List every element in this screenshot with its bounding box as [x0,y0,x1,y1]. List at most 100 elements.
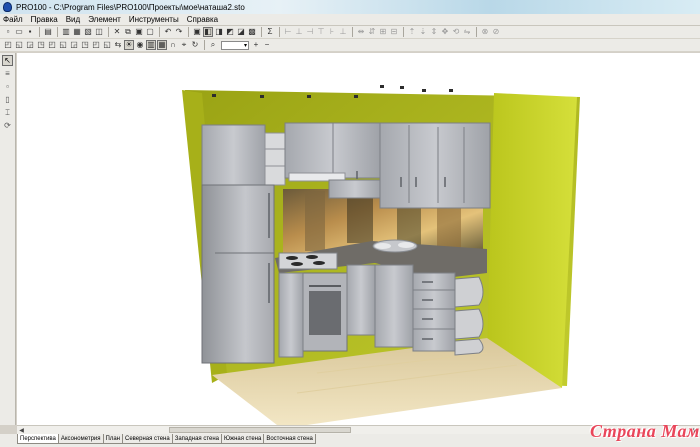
cube-front-icon[interactable]: ◱ [14,40,24,50]
move-down-icon[interactable]: ⇣ [418,27,428,37]
new-file-icon[interactable]: ▫ [3,27,13,37]
camera-icon[interactable]: ◉ [135,40,145,50]
dimension-tool-icon[interactable]: ⌶ [2,107,13,118]
upper-cabinet-left [201,124,266,186]
sum-icon[interactable]: Σ [265,27,275,37]
cube-top-icon[interactable]: ◳ [36,40,46,50]
scroll-thumb[interactable] [169,427,351,433]
delete-icon[interactable]: ▢ [145,27,155,37]
materials-icon[interactable]: ◫ [94,27,104,37]
zoom-select[interactable]: ▾ [221,40,249,50]
group-icon[interactable]: ⊞ [378,27,388,37]
cube-back-icon[interactable]: ◰ [91,40,101,50]
print-icon[interactable]: ▥ [61,27,71,37]
magnet-icon[interactable]: ∩ [168,40,178,50]
paste-icon[interactable]: ▣ [134,27,144,37]
tab-north-wall[interactable]: Северная стена [122,434,173,444]
tab-perspective[interactable]: Перспектива [17,434,59,444]
open-file-icon[interactable]: ▭ [14,27,24,37]
scroll-left-icon[interactable]: ◀ [17,426,26,434]
align-center-h-icon[interactable]: ⊥ [294,27,304,37]
cube-side-icon[interactable]: ◲ [25,40,35,50]
distribute-h-icon[interactable]: ⇹ [356,27,366,37]
lock-icon[interactable]: ⊗ [480,27,490,37]
toolbar-separator [403,27,404,37]
redo-icon[interactable]: ↷ [174,27,184,37]
tab-south-wall[interactable]: Южная стена [221,434,265,444]
align-left-icon[interactable]: ⊢ [283,27,293,37]
render-icon[interactable]: ◨ [214,27,224,37]
tab-axonometry[interactable]: Аксонометрия [57,434,104,444]
stove-top [278,252,338,270]
align-top-icon[interactable]: ⊤ [316,27,326,37]
cabinet-tool-icon[interactable]: ▯ [2,94,13,105]
move-up-icon[interactable]: ⇡ [407,27,417,37]
menu-file[interactable]: Файл [3,15,23,24]
refresh-icon[interactable]: ↻ [190,40,200,50]
cube-bottom-icon[interactable]: ◱ [102,40,112,50]
drawer-unit [412,272,456,352]
tab-west-wall[interactable]: Западная стена [171,434,222,444]
split-view-icon[interactable]: ▥ [146,40,156,50]
cube-right-icon[interactable]: ◳ [80,40,90,50]
properties-icon[interactable]: ▧ [83,27,93,37]
menu-help[interactable]: Справка [187,15,218,24]
menu-tools[interactable]: Инструменты [129,15,179,24]
title-bar: PRO100 - C:\Program Files\PRO100\Проекты… [0,0,700,14]
light-icon[interactable]: ☀ [124,40,134,50]
rotate-tool-icon[interactable]: ⟳ [2,120,13,131]
wall-tool-icon[interactable]: ≡ [2,68,13,79]
app-icon [3,2,12,12]
toolbar-separator [261,27,262,37]
shading-icon[interactable]: ◩ [225,27,235,37]
standard-toolbar: ▫ ▭ ▪ ▤ ▥ ▦ ▧ ◫ ✕ ⧉ ▣ ▢ ↶ ↷ ▣ ◧ ◨ ◩ ◪ ▩ … [0,26,700,39]
zoom-in-icon[interactable]: + [251,40,261,50]
3d-viewport[interactable] [17,53,700,425]
arrange-icon[interactable]: ⇆ [113,40,123,50]
toolbar-separator [188,27,189,37]
view-mode-icon[interactable]: ▣ [192,27,202,37]
print-preview-icon[interactable]: ▤ [43,27,53,37]
move-all-icon[interactable]: ✥ [440,27,450,37]
texture-icon[interactable]: ◪ [236,27,246,37]
cube-iso-icon[interactable]: ◰ [47,40,57,50]
zoom-out-icon[interactable]: − [262,40,272,50]
menu-edit[interactable]: Правка [31,15,58,24]
right-wall [487,93,577,388]
measure-icon[interactable]: ⌖ [179,40,189,50]
align-middle-icon[interactable]: ⊦ [327,27,337,37]
dual-view-icon[interactable]: ▦ [157,40,167,50]
lower-cabinet-center [346,264,376,336]
copy-icon[interactable]: ⧉ [123,27,133,37]
watermark-logo: Страна Мам [590,421,700,441]
zoom-icon[interactable]: ⌕ [208,40,218,50]
lower-cabinet-left [278,272,304,358]
menu-view[interactable]: Вид [66,15,80,24]
upper-cabinet-right [379,122,491,209]
mirror-icon[interactable]: ⇋ [462,27,472,37]
pointer-tool-icon[interactable]: ↖ [2,55,13,66]
save-icon[interactable]: ▪ [25,27,35,37]
hide-icon[interactable]: ⊘ [491,27,501,37]
fridge [201,184,275,364]
tab-plan[interactable]: План [102,434,123,444]
distribute-v-icon[interactable]: ⇵ [367,27,377,37]
align-bottom-icon[interactable]: ⊥ [338,27,348,37]
ungroup-icon[interactable]: ⊟ [389,27,399,37]
cube-left-icon[interactable]: ◲ [69,40,79,50]
perspective-view-icon[interactable]: ◧ [203,27,213,37]
library-icon[interactable]: ▦ [72,27,82,37]
kitchen-render [182,85,580,425]
wireframe-icon[interactable]: ▩ [247,27,257,37]
cube-open-icon[interactable]: ◱ [58,40,68,50]
cube-icon[interactable]: ◰ [3,40,13,50]
rotate-icon[interactable]: ⟲ [451,27,461,37]
tab-east-wall[interactable]: Восточная стена [263,434,316,444]
rect-tool-icon[interactable]: ▫ [2,81,13,92]
move-both-icon[interactable]: ⇕ [429,27,439,37]
menu-element[interactable]: Элемент [88,15,121,24]
toolbar-separator [108,27,109,37]
undo-icon[interactable]: ↶ [163,27,173,37]
align-right-icon[interactable]: ⊣ [305,27,315,37]
cut-icon[interactable]: ✕ [112,27,122,37]
